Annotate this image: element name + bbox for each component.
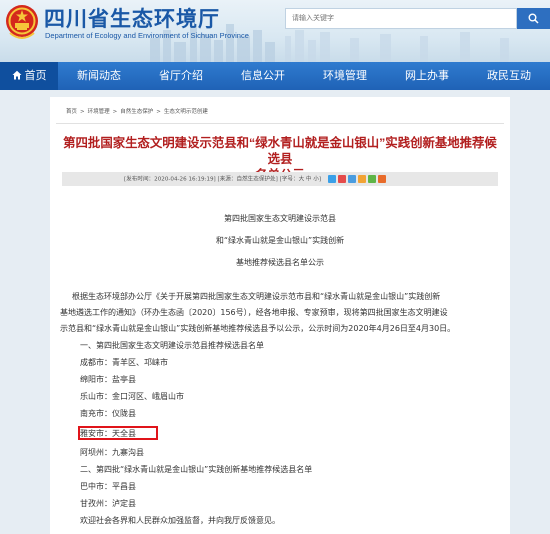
search-button[interactable]: [517, 8, 550, 29]
nav-item-environment[interactable]: 环境管理: [304, 62, 386, 90]
breadcrumb: 首页 > 环境管理 > 自然生态保护 > 生态文明示范创建: [66, 109, 208, 115]
search-icon: [528, 13, 539, 24]
share-tweibo-icon[interactable]: [347, 174, 356, 183]
candidate-item: 乐山市：金口河区、峨眉山市: [80, 392, 184, 401]
site-header: 四川省生态环境厅 Department of Ecology and Envir…: [0, 0, 550, 62]
doc-heading-line: 基地推荐候选县名单公示: [236, 258, 324, 267]
breadcrumb-environment[interactable]: 环境管理: [88, 109, 110, 115]
section-title: 一、第四批国家生态文明建设示范县推荐候选县名单: [80, 341, 264, 350]
article-title-line: 第四批国家生态文明建设示范县和“绿水青山就是金山银山”实践创新基地推荐候选县: [63, 136, 497, 166]
home-icon: [12, 70, 21, 80]
share-icons: [326, 172, 386, 186]
doc-heading-line: 第四批国家生态文明建设示范县: [224, 214, 336, 223]
intro-paragraph-line: 根据生态环境部办公厅《关于开展第四批国家生态文明建设示范市县和“绿水青山就是金山…: [72, 292, 441, 301]
share-wechat-icon[interactable]: [367, 174, 376, 183]
intro-paragraph-line: 示范县和“绿水青山就是金山银山”实践创新基地推荐候选县予以公示，公示时间为202…: [60, 324, 456, 333]
share-more-icon[interactable]: [377, 174, 386, 183]
national-emblem-icon: [6, 5, 38, 39]
nav-item-about[interactable]: 省厅介绍: [140, 62, 222, 90]
breadcrumb-home[interactable]: 首页: [66, 109, 77, 115]
article-meta-bar: [发布时间：2020-04-26 16:19:19] [来源：自然生态保护处] …: [62, 172, 498, 186]
breadcrumb-demonstration[interactable]: 生态文明示范创建: [164, 109, 208, 115]
search-input[interactable]: [285, 8, 517, 29]
candidate-item: 阿坝州：九寨沟县: [80, 448, 144, 457]
nav-item-services[interactable]: 网上办事: [386, 62, 468, 90]
section-title: 二、第四批“绿水青山就是金山银山”实践创新基地推荐候选县名单: [80, 465, 313, 474]
highlight-box: [78, 426, 158, 440]
article-panel: 首页 > 环境管理 > 自然生态保护 > 生态文明示范创建 第四批国家生态文明建设示范县和“…: [50, 97, 510, 534]
nav-item-label: 首页: [24, 69, 47, 82]
candidate-item: 甘孜州：泸定县: [80, 499, 136, 508]
share-weibo-icon[interactable]: [337, 174, 346, 183]
candidate-item: 成都市：青羊区、邛崃市: [80, 358, 168, 367]
nav-item-disclosure[interactable]: 信息公开: [222, 62, 304, 90]
main-nav: 首页 新闻动态 省厅介绍 信息公开 环境管理 网上办事 政民互动: [0, 62, 550, 90]
divider: [56, 123, 504, 124]
nav-item-interaction[interactable]: 政民互动: [468, 62, 550, 90]
closing-text: 欢迎社会各界和人民群众加强监督，并向我厅反馈意见。: [80, 516, 280, 525]
candidate-item: 巴中市：平昌县: [80, 482, 136, 491]
share-renren-icon[interactable]: [357, 174, 366, 183]
site-subtitle: Department of Ecology and Environment of…: [45, 31, 249, 40]
candidate-item: 绵阳市：盐亭县: [80, 375, 136, 384]
share-qzone-icon[interactable]: [327, 174, 336, 183]
site-title[interactable]: 四川省生态环境厅: [44, 3, 220, 33]
breadcrumb-ecology[interactable]: 自然生态保护: [120, 109, 153, 115]
nav-item-home[interactable]: 首页: [0, 62, 58, 90]
candidate-item: 南充市：仪陇县: [80, 409, 136, 418]
nav-item-news[interactable]: 新闻动态: [58, 62, 140, 90]
intro-paragraph-line: 基地遴选工作的通知》（环办生态函〔2020〕156号），经各地申报、专家预审，现…: [60, 308, 448, 317]
doc-heading-line: 和“绿水青山就是金山银山”实践创新: [215, 236, 345, 245]
article-meta: [发布时间：2020-04-26 16:19:19] [来源：自然生态保护处] …: [124, 176, 322, 183]
